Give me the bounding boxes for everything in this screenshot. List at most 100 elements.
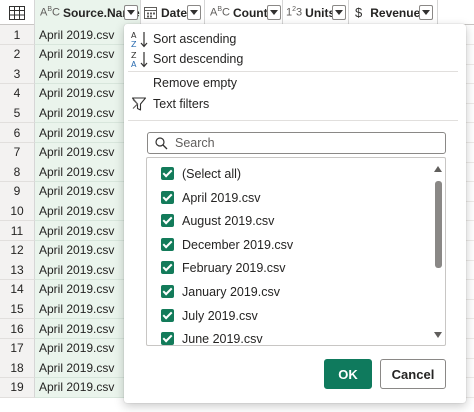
column-header-date[interactable]: Date bbox=[141, 0, 205, 25]
filter-value-list: (Select all) April 2019.csv August 2019.cs… bbox=[146, 157, 446, 346]
table-icon bbox=[9, 5, 25, 20]
source-name-cell[interactable]: April 2019.csv bbox=[35, 319, 125, 339]
source-name-cell[interactable]: April 2019.csv bbox=[35, 162, 125, 183]
svg-text:A: A bbox=[131, 60, 137, 68]
row-number[interactable]: 12 bbox=[0, 240, 35, 261]
row-number[interactable]: 18 bbox=[0, 358, 35, 379]
filter-item-label: December 2019.csv bbox=[182, 237, 294, 252]
row-number[interactable]: 17 bbox=[0, 338, 35, 359]
source-name-cell[interactable]: April 2019.csv bbox=[35, 83, 125, 104]
source-name-cell[interactable]: April 2019.csv bbox=[35, 240, 125, 261]
row-number[interactable]: 8 bbox=[0, 162, 35, 183]
select-all-table-corner[interactable] bbox=[0, 0, 35, 25]
sort-ascending-icon: A Z bbox=[131, 31, 148, 48]
row-number[interactable]: 2 bbox=[0, 44, 35, 65]
scroll-up-arrow-icon[interactable] bbox=[434, 166, 442, 172]
sort-descending-item[interactable]: Z A Sort descending bbox=[124, 48, 466, 70]
chevron-right-icon bbox=[132, 99, 139, 109]
ok-button[interactable]: OK bbox=[324, 359, 372, 389]
source-name-cell[interactable]: April 2019.csv bbox=[35, 44, 125, 65]
column-header-units[interactable]: 123 Units bbox=[283, 0, 349, 25]
row-number[interactable]: 15 bbox=[0, 299, 35, 320]
source-name-cell[interactable]: April 2019.csv bbox=[35, 260, 125, 281]
scrollbar-thumb[interactable] bbox=[435, 181, 442, 268]
filter-list-item[interactable]: January 2019.csv bbox=[147, 282, 432, 302]
checkbox-checked-icon[interactable] bbox=[161, 237, 174, 251]
checkbox-checked-icon[interactable] bbox=[161, 214, 174, 228]
sort-descending-label: Sort descending bbox=[153, 52, 244, 66]
row-number[interactable]: 7 bbox=[0, 142, 35, 163]
filter-list-item[interactable]: (Select all) bbox=[147, 164, 432, 184]
column-header-revenue[interactable]: $ Revenue bbox=[349, 0, 438, 25]
menu-separator bbox=[128, 120, 458, 121]
column-dropdown-button-source-name[interactable] bbox=[124, 5, 138, 20]
source-name-cell[interactable]: April 2019.csv bbox=[35, 221, 125, 241]
filter-list-item[interactable]: August 2019.csv bbox=[147, 211, 432, 231]
svg-text:Z: Z bbox=[131, 51, 137, 60]
column-header-label: Units bbox=[305, 5, 336, 20]
row-number[interactable]: 6 bbox=[0, 123, 35, 143]
checkbox-checked-icon[interactable] bbox=[161, 308, 174, 322]
column-header-source-name[interactable]: ABC Source.Name bbox=[35, 0, 141, 25]
checkbox-checked-icon[interactable] bbox=[161, 285, 174, 298]
svg-text:Z: Z bbox=[131, 40, 137, 48]
filter-list-item[interactable]: July 2019.csv bbox=[147, 306, 432, 326]
row-number[interactable]: 19 bbox=[0, 377, 35, 398]
source-name-cell[interactable]: April 2019.csv bbox=[35, 103, 125, 124]
source-name-cell[interactable]: April 2019.csv bbox=[35, 64, 125, 85]
source-name-cell[interactable]: April 2019.csv bbox=[35, 25, 125, 45]
cancel-button[interactable]: Cancel bbox=[380, 359, 446, 389]
row-number[interactable]: 4 bbox=[0, 83, 35, 104]
source-name-cell[interactable]: April 2019.csv bbox=[35, 142, 125, 163]
column-dropdown-button-revenue[interactable] bbox=[419, 5, 433, 20]
filter-list-item[interactable]: June 2019.csv bbox=[147, 329, 432, 346]
filter-item-label: June 2019.csv bbox=[182, 332, 263, 346]
checkbox-checked-icon[interactable] bbox=[161, 332, 174, 345]
filter-item-label: February 2019.csv bbox=[182, 261, 286, 276]
row-number[interactable]: 16 bbox=[0, 319, 35, 339]
row-number[interactable]: 11 bbox=[0, 221, 35, 241]
sort-ascending-label: Sort ascending bbox=[153, 32, 237, 46]
filter-item-label: August 2019.csv bbox=[182, 214, 275, 229]
source-name-cell[interactable]: April 2019.csv bbox=[35, 358, 125, 379]
source-name-cell[interactable]: April 2019.csv bbox=[35, 299, 125, 320]
remove-empty-item[interactable]: Remove empty bbox=[124, 72, 466, 94]
column-header-row: ABC Source.Name Date ABC Country 123 Uni… bbox=[0, 0, 474, 25]
column-dropdown-button-country[interactable] bbox=[267, 5, 281, 20]
column-filter-menu: A Z Sort ascending Z A Sort descending R… bbox=[124, 24, 466, 403]
column-dropdown-button-date[interactable] bbox=[187, 5, 201, 20]
source-name-cell[interactable]: April 2019.csv bbox=[35, 181, 125, 202]
source-name-cell[interactable]: April 2019.csv bbox=[35, 279, 125, 300]
text-type-icon: ABC bbox=[40, 6, 60, 19]
column-dropdown-button-units[interactable] bbox=[332, 5, 346, 20]
checkbox-checked-icon[interactable] bbox=[161, 261, 174, 275]
filter-item-label: July 2019.csv bbox=[182, 308, 258, 323]
filter-list-item[interactable]: April 2019.csv bbox=[147, 188, 432, 208]
filter-list-item[interactable]: December 2019.csv bbox=[147, 235, 432, 255]
row-number[interactable]: 1 bbox=[0, 25, 35, 45]
currency-type-icon: $ bbox=[355, 5, 363, 20]
search-input[interactable] bbox=[175, 135, 435, 151]
row-number[interactable]: 9 bbox=[0, 181, 35, 202]
column-header-label: Revenue bbox=[370, 5, 421, 20]
calendar-type-icon bbox=[144, 7, 157, 19]
text-filters-label: Text filters bbox=[153, 97, 210, 111]
text-filters-item[interactable]: Text filters bbox=[124, 93, 466, 115]
filter-list-item[interactable]: February 2019.csv bbox=[147, 258, 432, 278]
source-name-cell[interactable]: April 2019.csv bbox=[35, 123, 125, 143]
row-number[interactable]: 3 bbox=[0, 64, 35, 85]
checkbox-checked-icon[interactable] bbox=[161, 167, 174, 180]
source-name-cell[interactable]: April 2019.csv bbox=[35, 338, 125, 359]
checkbox-checked-icon[interactable] bbox=[161, 190, 174, 204]
filter-item-label: (Select all) bbox=[182, 167, 242, 181]
scroll-down-arrow-icon[interactable] bbox=[434, 332, 442, 338]
row-number[interactable]: 5 bbox=[0, 103, 35, 124]
sort-ascending-item[interactable]: A Z Sort ascending bbox=[124, 28, 466, 50]
source-name-cell[interactable]: April 2019.csv bbox=[35, 377, 125, 398]
row-number[interactable]: 14 bbox=[0, 279, 35, 300]
row-number[interactable]: 13 bbox=[0, 260, 35, 281]
source-name-cell[interactable]: April 2019.csv bbox=[35, 201, 125, 222]
row-number[interactable]: 10 bbox=[0, 201, 35, 222]
column-header-country[interactable]: ABC Country bbox=[205, 0, 283, 25]
search-box[interactable] bbox=[147, 132, 446, 154]
